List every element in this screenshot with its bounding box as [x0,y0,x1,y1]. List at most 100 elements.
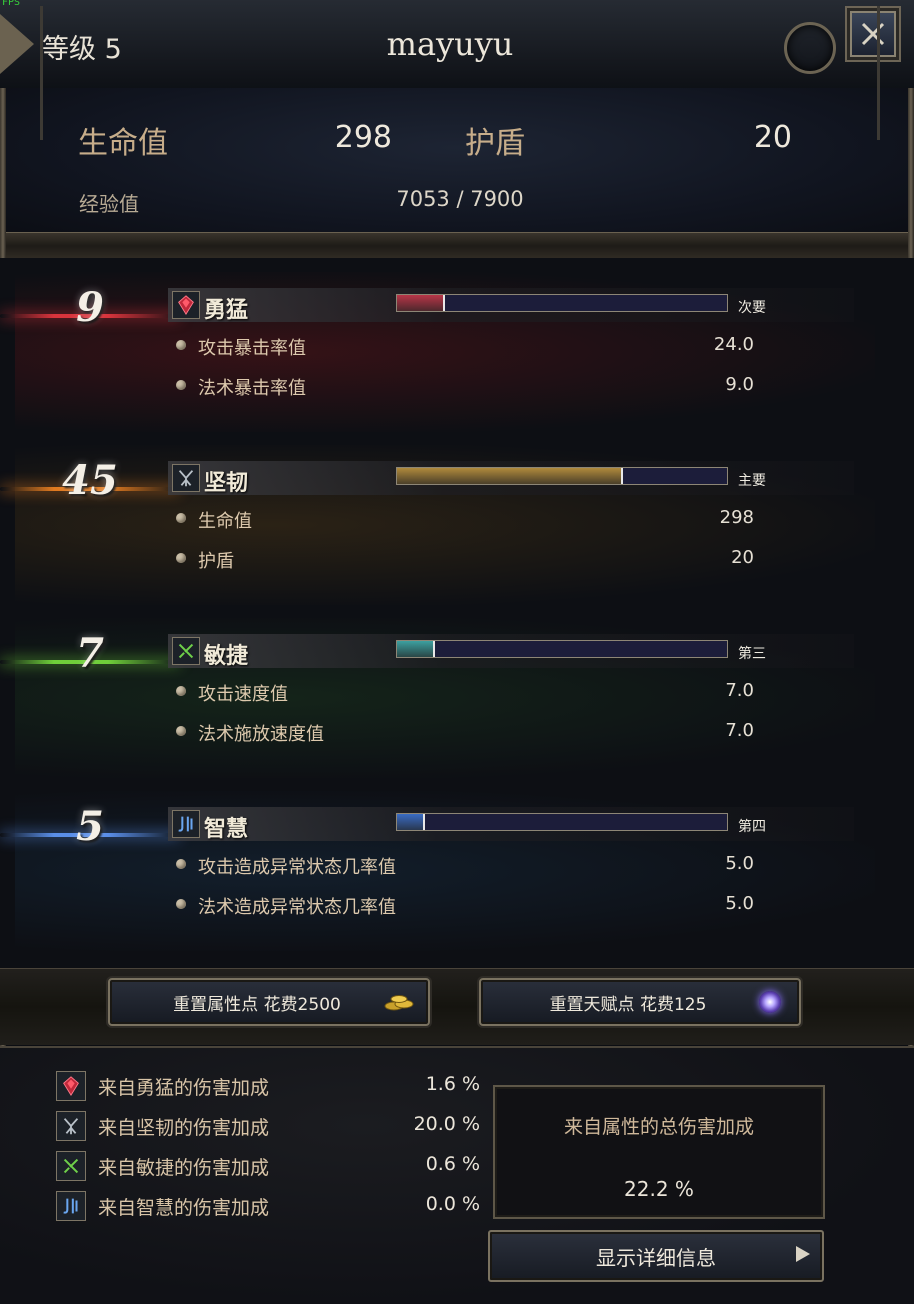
attribute-stat-label: 攻击暴击率值 [198,338,306,359]
show-details-label: 显示详细信息 [596,1245,716,1270]
wisdom-rune-icon [63,1198,78,1214]
show-details-button[interactable]: 显示详细信息 [488,1230,824,1282]
toughness-rune-icon [63,1118,79,1135]
reset-attributes-label: 重置属性点 花费2500 [173,994,341,1015]
attribute-progress-fill [397,468,624,484]
attribute-rank: 次要 [738,300,766,316]
total-bonus-value: 22.2 % [624,1177,694,1201]
attribute-stat-row: 护盾 20 [176,547,756,573]
attribute-stat-value: 9.0 [725,374,754,395]
attribute-stat-value: 24.0 [713,334,754,355]
bullet-icon [176,513,186,523]
attribute-stat-value: 5.0 [725,853,754,874]
attribute-stat-value: 5.0 [725,893,754,914]
attribute-stat-label: 法术施放速度值 [198,724,324,745]
damage-bonus-row: 来自智慧的伤害加成 0.0 % [56,1189,480,1221]
attribute-stat-label: 护盾 [198,551,234,572]
reset-talents-label: 重置天赋点 花费125 [549,994,707,1015]
attribute-stat-label: 生命值 [198,511,252,532]
hp-label: 生命值 [78,126,168,161]
bullet-icon [176,553,186,563]
toughness-rune-icon [178,470,194,487]
attribute-stat-row: 生命值 298 [176,507,756,533]
bullet-icon [176,726,186,736]
purple-orb-icon [759,991,781,1013]
attribute-value: 7 [76,630,104,677]
damage-bonus-label: 来自坚韧的伤害加成 [98,1117,270,1139]
attribute-stat-label: 法术造成异常状态几率值 [198,897,396,918]
attribute-progress-bar [396,467,728,485]
valor-crystal-icon [63,1076,79,1097]
hp-value: 298 [334,120,392,155]
attribute-stat-label: 攻击速度值 [198,684,288,705]
attribute-value: 5 [76,803,104,850]
attribute-block-valor: 9 勇猛 次要 攻击暴击率值 24.0 法术暴击率值 9.0 [0,270,914,442]
attribute-name: 勇猛 [204,298,249,323]
damage-bonus-label: 来自智慧的伤害加成 [98,1197,270,1219]
exp-value: 7053 / 7900 [396,187,524,211]
reset-attributes-button[interactable]: 重置属性点 花费2500 [108,978,430,1026]
shield-value: 20 [753,120,792,155]
attribute-stat-value: 298 [719,507,754,528]
attribute-progress-fill [397,295,446,311]
damage-bonus-label: 来自敏捷的伤害加成 [98,1157,270,1179]
attribute-stat-value: 20 [731,547,754,568]
attribute-progress-fill [397,814,426,830]
attribute-stat-row: 攻击暴击率值 24.0 [176,334,756,360]
left-arrow-ornament [0,14,34,74]
agility-rune-icon [63,1158,79,1174]
attribute-progress-bar [396,294,728,312]
attribute-rank: 主要 [738,473,766,489]
bullet-icon [176,340,186,350]
attribute-value: 9 [76,284,104,331]
exp-label: 经验值 [79,192,139,216]
attribute-stat-row: 法术造成异常状态几率值 5.0 [176,893,756,919]
gold-coins-icon [384,995,414,1011]
attribute-icon-frame [172,810,200,838]
fps-counter: FPS [2,0,21,8]
attribute-block-toughness: 45 坚韧 主要 生命值 298 护盾 20 [0,443,914,615]
bullet-icon [176,899,186,909]
damage-bonus-row: 来自勇猛的伤害加成 1.6 % [56,1069,480,1101]
attribute-stat-row: 攻击造成异常状态几率值 5.0 [176,853,756,879]
valor-crystal-icon [178,295,194,316]
attribute-stat-row: 攻击速度值 7.0 [176,680,756,706]
bonus-icon-frame [56,1191,86,1221]
attribute-stat-value: 7.0 [725,720,754,741]
damage-bonus-row: 来自敏捷的伤害加成 0.6 % [56,1149,480,1181]
wisdom-rune-icon [178,816,193,832]
bonus-icon-frame [56,1071,86,1101]
attribute-stat-row: 法术暴击率值 9.0 [176,374,756,400]
attribute-rank: 第三 [738,646,766,662]
reset-talents-button[interactable]: 重置天赋点 花费125 [479,978,801,1026]
attribute-progress-bar [396,813,728,831]
agility-rune-icon [178,643,194,659]
attribute-name: 坚韧 [204,471,249,496]
attribute-name: 智慧 [204,817,249,842]
attribute-rank: 第四 [738,819,766,835]
bonus-icon-frame [56,1151,86,1181]
attribute-stat-label: 攻击造成异常状态几率值 [198,857,396,878]
damage-bonus-row: 来自坚韧的伤害加成 20.0 % [56,1109,480,1141]
panel-divider [0,232,914,260]
attribute-stat-value: 7.0 [725,680,754,701]
damage-bonus-value: 1.6 % [425,1073,480,1095]
attribute-progress-bar [396,640,728,658]
total-bonus-label: 来自属性的总伤害加成 [563,1116,754,1138]
attribute-stat-row: 法术施放速度值 7.0 [176,720,756,746]
attribute-name: 敏捷 [204,644,249,669]
shield-label: 护盾 [465,126,525,161]
attribute-icon-frame [172,637,200,665]
attribute-progress-fill [397,641,436,657]
play-arrow-icon [796,1246,810,1262]
attribute-icon-frame [172,464,200,492]
bullet-icon [176,859,186,869]
damage-bonus-value: 0.0 % [425,1193,480,1215]
bonus-icon-frame [56,1111,86,1141]
damage-bonus-label: 来自勇猛的伤害加成 [98,1077,270,1099]
bullet-icon [176,380,186,390]
attribute-icon-frame [172,291,200,319]
bullet-icon [176,686,186,696]
attribute-block-agility: 7 敏捷 第三 攻击速度值 7.0 法术施放速度值 7.0 [0,616,914,788]
damage-bonus-value: 20.0 % [413,1113,480,1135]
